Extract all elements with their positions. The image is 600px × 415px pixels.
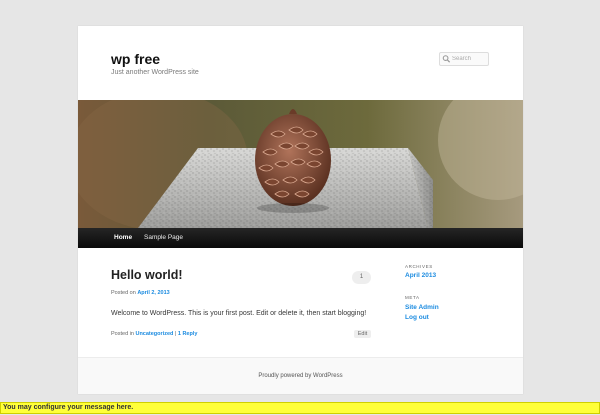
nav-item-home[interactable]: Home <box>114 228 132 248</box>
archives-widget-title: Archives <box>405 264 433 269</box>
header-image-pinecone <box>78 100 523 228</box>
main-navigation: Home Sample Page <box>78 228 523 248</box>
search-form <box>439 52 489 66</box>
post-body: Welcome to WordPress. This is your first… <box>111 310 367 317</box>
post-footer-meta: Posted in Uncategorized | 1 Reply <box>111 331 197 337</box>
site-title[interactable]: wp free <box>111 51 160 67</box>
notice-message: You may configure your message here. <box>3 404 134 411</box>
header-image <box>78 100 523 228</box>
reply-link[interactable]: 1 Reply <box>178 331 198 337</box>
category-link[interactable]: Uncategorized <box>135 331 173 337</box>
page-container: wp free Just another WordPress site Sear… <box>78 26 523 394</box>
notice-bar: You may configure your message here. <box>0 402 600 414</box>
post-title[interactable]: Hello world! <box>111 268 183 282</box>
meta-separator: | <box>174 331 177 337</box>
archive-link-april-2013[interactable]: April 2013 <box>405 272 436 279</box>
posted-on-label: Posted on <box>111 290 136 296</box>
meta-widget-title: Meta <box>405 295 420 300</box>
footer-credit[interactable]: Proudly powered by WordPress <box>78 373 523 379</box>
meta-link-site-admin[interactable]: Site Admin <box>405 304 439 311</box>
search-icon <box>442 55 451 63</box>
site-footer: Proudly powered by WordPress <box>78 357 523 394</box>
nav-item-sample-page[interactable]: Sample Page <box>144 228 183 248</box>
comment-count-bubble[interactable]: 1 <box>352 271 371 284</box>
meta-link-log-out[interactable]: Log out <box>405 314 429 321</box>
post-meta-date: Posted on April 2, 2013 <box>111 290 170 296</box>
posted-in-label: Posted in <box>111 331 134 337</box>
site-tagline: Just another WordPress site <box>111 69 199 76</box>
search-input[interactable] <box>452 53 488 65</box>
post-date-link[interactable]: April 2, 2013 <box>137 290 169 296</box>
edit-post-button[interactable]: Edit <box>354 330 371 338</box>
